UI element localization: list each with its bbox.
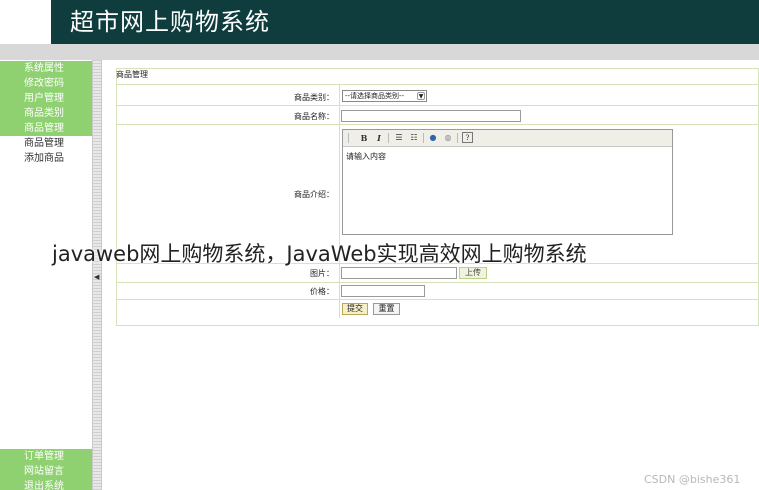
image-label: 图片： [310,269,334,278]
unordered-list-icon[interactable]: ☷ [408,132,420,144]
editor-toolbar: B I ☰ ☷ ● ◍ ? [343,130,672,147]
sidebar-item-product-management[interactable]: 商品管理 [0,121,92,136]
row-divider [116,299,759,300]
row-divider [116,282,759,283]
upload-button[interactable]: 上传 [459,267,487,279]
toolbar-separator [388,133,389,143]
toolbar-separator [423,133,424,143]
header-separator [0,44,759,60]
row-divider [116,105,759,106]
sidebar-item-system-properties[interactable]: 系统属性 [0,61,92,76]
product-name-input[interactable] [341,110,521,122]
header: 超市网上购物系统 [0,0,759,44]
sidebar-item-user-management[interactable]: 用户管理 [0,91,92,106]
editor-placeholder: 请输入内容 [346,152,386,161]
price-label: 价格： [310,287,334,296]
collapse-arrow-icon[interactable]: ◀ [94,273,100,281]
category-select[interactable]: --请选择商品类别-- ▼ [342,90,427,102]
sidebar-subitem-add-product[interactable]: 添加商品 [0,151,92,166]
product-intro-label: 商品介绍： [294,190,334,199]
sidebar-item-site-messages[interactable]: 网站留言 [0,464,92,479]
bold-icon[interactable]: B [358,132,370,144]
page-title: 超市网上购物系统 [70,8,270,36]
link-icon[interactable]: ● [427,132,439,144]
chevron-down-icon: ▼ [417,92,425,100]
column-divider [339,84,340,318]
ordered-list-icon[interactable]: ☰ [393,132,405,144]
italic-icon[interactable]: I [373,132,385,144]
category-label: 商品类别： [294,93,334,102]
toolbar-separator [348,133,349,143]
rich-text-editor[interactable]: B I ☰ ☷ ● ◍ ? 请输入内容 [342,129,673,235]
row-divider [116,84,759,85]
panel-title: 商品管理 [116,70,148,79]
unlink-icon[interactable]: ◍ [442,132,454,144]
help-icon[interactable]: ? [462,132,473,143]
overlay-caption: javaweb网上购物系统，JavaWeb实现高效网上购物系统 [52,242,587,266]
toolbar-separator [457,133,458,143]
product-name-label: 商品名称： [294,112,334,121]
credit-watermark: CSDN @bishe361 [644,473,741,486]
price-input[interactable] [341,285,425,297]
sidebar-item-change-password[interactable]: 修改密码 [0,76,92,91]
sidebar-item-order-management[interactable]: 订单管理 [0,449,92,464]
image-path-input[interactable] [341,267,457,279]
reset-button[interactable]: 重置 [373,303,400,315]
sidebar-item-product-category[interactable]: 商品类别 [0,106,92,121]
sidebar-subitem-product-management[interactable]: 商品管理 [0,136,92,151]
submit-button[interactable]: 提交 [342,303,368,315]
category-select-value: --请选择商品类别-- [345,92,405,100]
sidebar-item-logout[interactable]: 退出系统 [0,479,92,490]
row-divider [116,124,759,125]
